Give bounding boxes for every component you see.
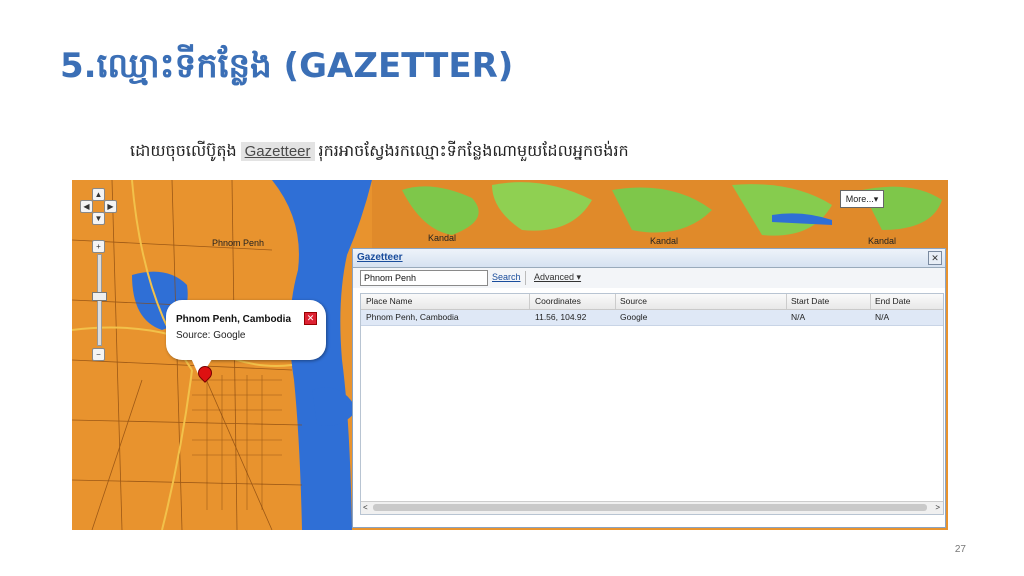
subtitle-text-after: រុករអាចស្វែងរកឈ្មោះទីកន្លែងណាមួយដែលអ្នកច… — [318, 141, 629, 160]
map-view[interactable]: ▲ ◀ ▶ ▼ + − More...▾ Phnom Penh Kandal K… — [72, 180, 948, 530]
place-info-popup: Phnom Penh, Cambodia Source: Google ✕ — [166, 300, 326, 360]
table-header: Place Name Coordinates Source Start Date… — [361, 294, 943, 310]
column-header-end-date[interactable]: End Date — [875, 296, 910, 306]
pan-left-button[interactable]: ◀ — [80, 200, 93, 213]
more-button[interactable]: More...▾ — [840, 190, 884, 208]
pan-up-button[interactable]: ▲ — [92, 188, 105, 201]
map-label-kandal: Kandal — [428, 233, 457, 243]
popup-source: Source: Google — [176, 330, 246, 341]
zoom-out-button[interactable]: − — [92, 348, 105, 361]
cell-source: Google — [620, 312, 648, 322]
table-row[interactable]: Phnom Penh, Cambodia 11.56, 104.92 Googl… — [361, 310, 943, 326]
zoom-in-button[interactable]: + — [92, 240, 105, 253]
subtitle-text-before: ដោយចុចលើប៊ូតុង — [130, 141, 237, 160]
gazetteer-header: Gazetteer ✕ — [353, 249, 945, 268]
cell-start-date: N/A — [791, 312, 806, 322]
page-number: 27 — [954, 544, 966, 555]
map-label-kandal: Kandal — [650, 236, 679, 246]
advanced-dropdown[interactable]: Advanced ▾ — [534, 272, 581, 283]
scroll-left-icon[interactable]: < — [363, 502, 368, 514]
gazetteer-title[interactable]: Gazetteer — [357, 252, 403, 263]
gazetteer-close-icon[interactable]: ✕ — [928, 251, 942, 265]
column-header-source[interactable]: Source — [620, 296, 647, 306]
slide-subtitle: ដោយចុចលើប៊ូតុង Gazetteer រុករអាចស្វែងរកឈ្ម… — [130, 140, 629, 164]
gazetteer-toolbar: Phnom Penh Search Advanced ▾ — [353, 268, 945, 288]
cell-end-date: N/A — [875, 312, 890, 322]
horizontal-scrollbar[interactable]: < > — [361, 501, 943, 514]
slide-title: 5.ឈ្មោះទីកន្លែង (GAZETTER) — [60, 46, 514, 86]
scrollbar-thumb[interactable] — [373, 504, 927, 511]
map-label-phnom-penh: Phnom Penh — [212, 238, 265, 248]
map-label-kandal: Kandal — [868, 236, 897, 246]
gazetteer-panel: Gazetteer ✕ Phnom Penh Search Advanced ▾… — [352, 248, 946, 528]
zoom-control: ▲ ◀ ▶ ▼ + − — [80, 188, 117, 368]
cell-coordinates: 11.56, 104.92 — [535, 312, 587, 322]
pan-down-button[interactable]: ▼ — [92, 212, 105, 225]
scroll-right-icon[interactable]: > — [935, 502, 940, 514]
popup-close-icon[interactable]: ✕ — [304, 312, 317, 325]
toolbar-divider — [525, 271, 526, 285]
zoom-slider-handle[interactable] — [92, 292, 107, 301]
popup-title: Phnom Penh, Cambodia — [176, 314, 292, 325]
more-button-label: More... — [845, 194, 874, 204]
results-table: Place Name Coordinates Source Start Date… — [360, 293, 944, 515]
search-button[interactable]: Search — [492, 272, 521, 282]
gazetteer-chip: Gazetteer — [240, 142, 315, 161]
column-header-start-date[interactable]: Start Date — [791, 296, 829, 306]
column-header-place-name[interactable]: Place Name — [366, 296, 412, 306]
column-header-coordinates[interactable]: Coordinates — [535, 296, 581, 306]
cell-place-name: Phnom Penh, Cambodia — [366, 312, 459, 322]
pan-right-button[interactable]: ▶ — [104, 200, 117, 213]
place-search-input[interactable]: Phnom Penh — [360, 270, 488, 286]
